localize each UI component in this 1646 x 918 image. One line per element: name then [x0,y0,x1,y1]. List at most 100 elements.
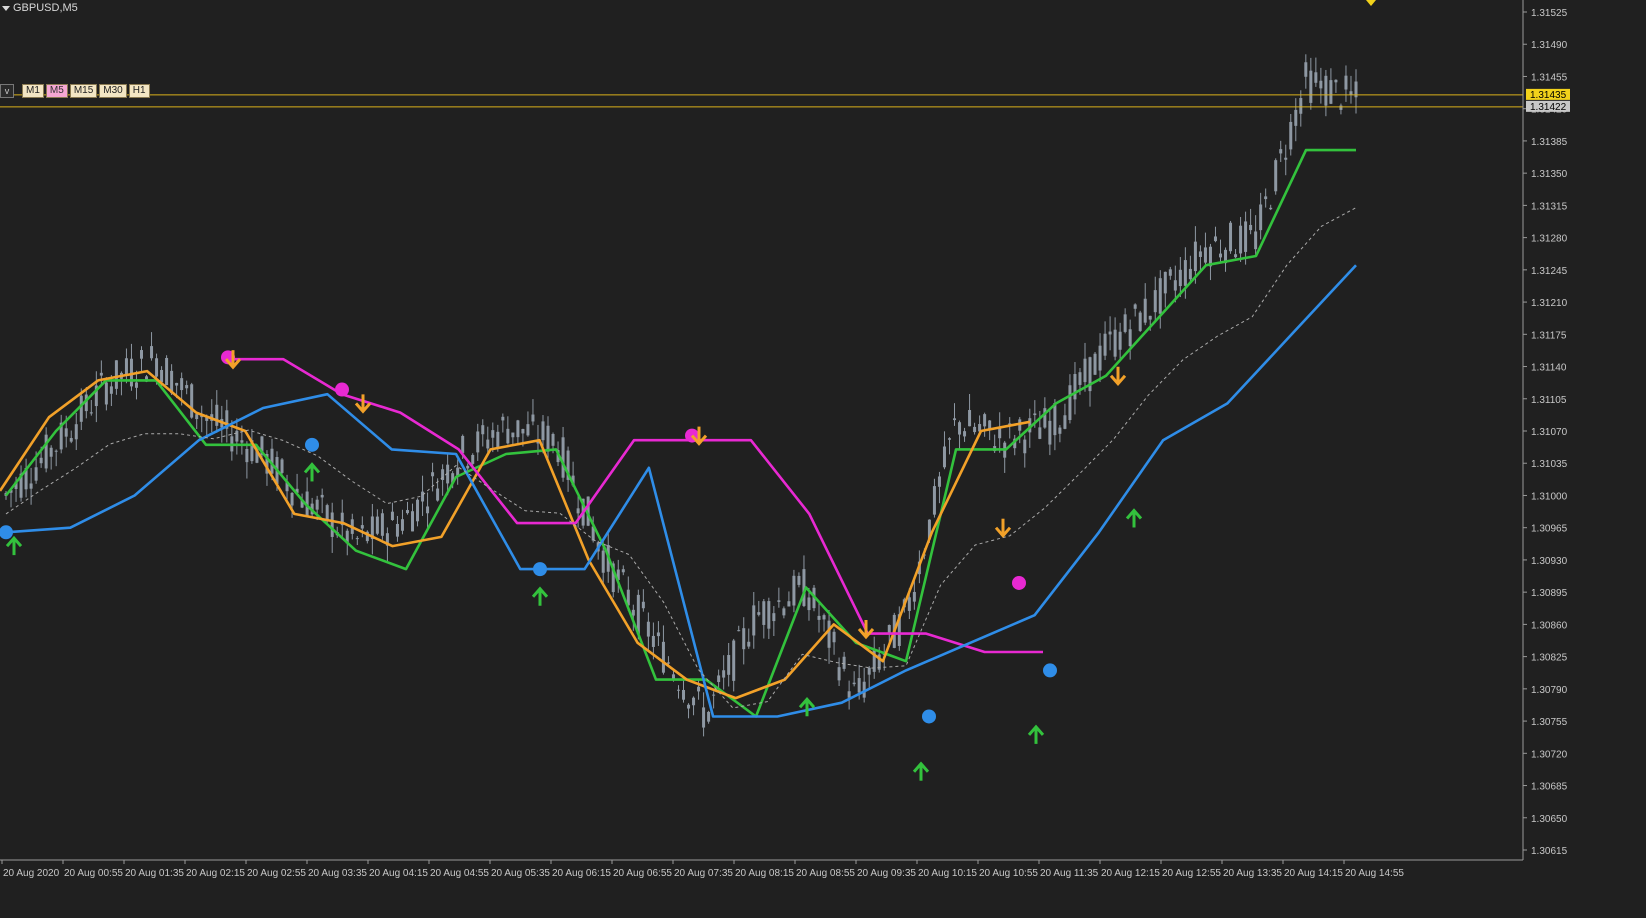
price-tick-label: 1.30720 [1531,749,1568,760]
candle-body [466,465,470,469]
candle-body [1239,225,1243,254]
candle-body [1123,314,1127,332]
candle-body [89,412,93,414]
timeframe-button-m5[interactable]: M5 [45,84,68,98]
candle-body [682,689,686,700]
bid-price-tag: 1.31435 [1530,90,1567,101]
candle-body [1259,204,1263,231]
magenta-signal-dot [335,382,349,397]
time-tick-label: 20 Aug 09:35 [857,868,916,879]
candle-body [124,358,128,376]
candle-body [481,425,485,435]
candle-body [29,483,33,489]
candle-body [1339,105,1343,110]
price-chart[interactable]: 1.315251.314901.314551.314201.313851.313… [0,0,1646,918]
candle-body [867,667,871,675]
candle-body [1329,80,1333,104]
candle-body [973,426,977,433]
blue-signal-dot [533,562,547,577]
candle-body [1163,271,1167,294]
candle-body [631,609,635,616]
time-tick-label: 20 Aug 02:15 [186,868,245,879]
time-tick-label: 20 Aug 00:55 [64,868,123,879]
symbol-menu-icon[interactable] [2,5,10,11]
candle-body [842,656,846,669]
candle-body [235,430,239,442]
price-tick-label: 1.31490 [1531,40,1568,51]
candle-body [1023,439,1027,454]
timeframe-button-m1[interactable]: M1 [22,84,44,98]
candle-body [1319,80,1323,89]
candle-body [190,384,194,418]
candle-body [360,525,364,529]
price-tick-label: 1.31385 [1531,137,1568,148]
candle-body [1289,121,1293,150]
candle-body [64,428,68,437]
time-tick-label: 20 Aug 13:35 [1223,868,1282,879]
candle-body [1213,236,1217,242]
candle-body [1349,91,1353,95]
candle-body [405,510,409,514]
candle-body [1058,427,1062,434]
candle-body [737,630,741,632]
candle-body [34,467,38,481]
price-tick-label: 1.31315 [1531,201,1568,212]
candle-body [1113,329,1117,357]
price-tick-label: 1.30650 [1531,814,1568,825]
price-tick-label: 1.30685 [1531,782,1568,793]
blue-signal-dot [922,709,936,724]
timeframe-toggle-button[interactable]: v [0,84,14,98]
candle-body [330,512,334,537]
candle-body [692,697,696,706]
candle-body [1229,222,1233,252]
candle-body [74,424,78,440]
candle-body [697,686,701,692]
candle-body [963,431,967,437]
candle-body [1324,75,1328,106]
candle-body [1128,329,1132,347]
candle-body [134,382,138,388]
candle-body [777,600,781,602]
candle-body [807,597,811,611]
timeframe-button-m30[interactable]: M30 [99,84,127,98]
candle-body [185,385,189,389]
candle-body [1244,221,1248,252]
time-tick-label: 20 Aug 06:15 [552,868,611,879]
candle-body [1168,269,1172,276]
candle-body [1108,331,1112,335]
candle-body [671,674,675,679]
candle-body [516,420,520,438]
candle-body [932,486,936,515]
timeframe-button-h1[interactable]: H1 [128,84,150,98]
candle-body [646,621,650,637]
candle-body [1284,157,1288,160]
price-tick-label: 1.31455 [1531,72,1568,83]
candle-body [551,433,555,446]
candle-body [912,591,916,602]
candle-body [511,432,515,438]
candle-body [1274,160,1278,192]
candle-body [651,635,655,647]
candle-body [521,429,525,434]
candle-body [561,437,565,478]
candle-body [476,431,480,453]
candle-body [732,640,736,681]
candle-body [1098,345,1102,371]
candle-body [99,372,103,376]
candle-body [290,492,294,506]
candle-body [1249,224,1253,231]
candle-body [44,434,48,469]
candle-body [1218,253,1222,258]
candle-body [953,418,957,421]
candle-body [907,597,911,611]
time-tick-label: 20 Aug 11:35 [1040,868,1099,879]
candle-body [280,459,284,473]
timeframe-button-m15[interactable]: M15 [69,84,98,98]
price-tick-label: 1.31280 [1531,234,1568,245]
candle-body [998,428,1002,439]
symbol-label: GBPUSD,M5 [2,2,78,14]
candle-body [245,448,249,463]
candle-body [54,450,58,452]
price-tick-label: 1.31035 [1531,459,1568,470]
price-tick-label: 1.31105 [1531,395,1567,406]
